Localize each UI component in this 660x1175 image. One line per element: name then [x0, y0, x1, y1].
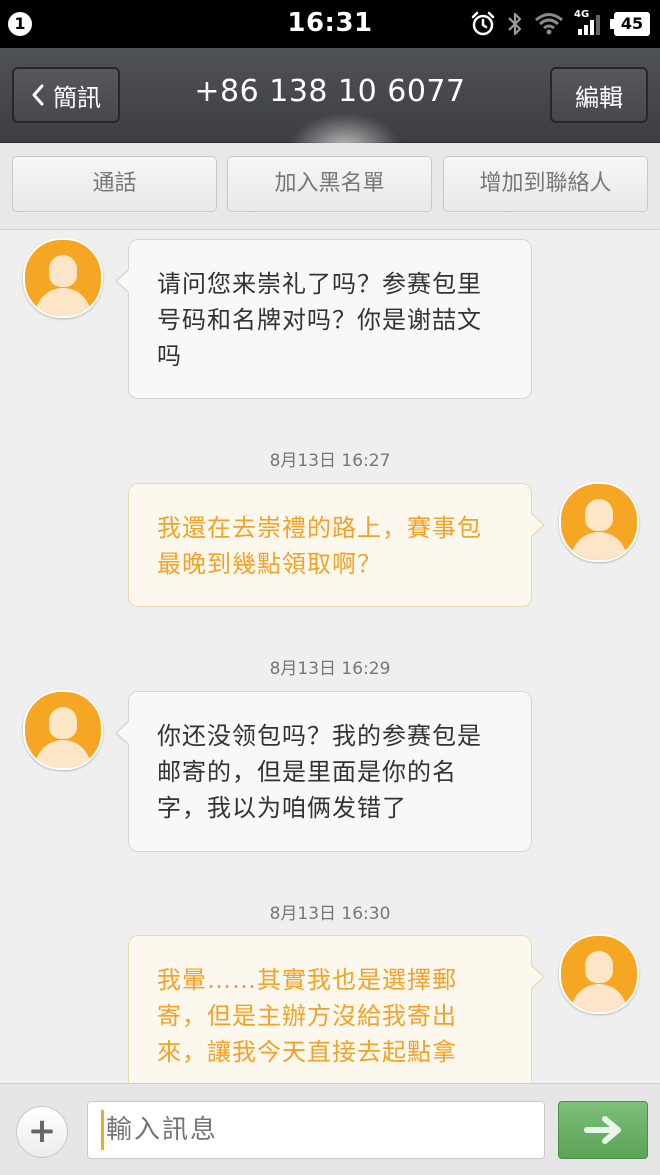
message-line: 吗 [157, 342, 182, 370]
message-timestamp: 8月13日 16:29 [269, 659, 391, 679]
message-timestamp: 8月13日 16:30 [269, 904, 391, 924]
add-to-contacts-button[interactable]: 增加到聯絡人 [443, 156, 648, 212]
incoming-message-bubble[interactable]: 请问您来崇礼了吗？参赛包里 号码和名牌对吗？你是谢喆文 吗 [115, 239, 532, 399]
edit-button[interactable]: 編輯 [550, 67, 648, 123]
message-timestamp: 8月13日 16:27 [269, 451, 391, 471]
network-type-label: 4G [574, 9, 590, 20]
add-to-blacklist-button[interactable]: 加入黑名單 [227, 156, 432, 212]
message-composer: + [0, 1083, 660, 1175]
wifi-icon [534, 12, 564, 36]
conversation-header: 簡訊 +86 138 10 6077 編輯 [0, 48, 660, 184]
back-button[interactable]: 簡訊 [12, 67, 120, 123]
add-attachment-button[interactable]: + [16, 1106, 68, 1158]
message-line: 你还没领包吗？我的参赛包是 [157, 722, 482, 750]
message-line: 我還在去崇禮的路上，賽事包 [157, 514, 482, 542]
signal-icon: 4G [574, 9, 604, 36]
contact-actions-bar: 通話 加入黑名單 增加到聯絡人 [0, 143, 660, 230]
status-bar: 1 16:31 4G 45 [0, 0, 660, 48]
contact-avatar-icon [23, 238, 103, 318]
message-line: 号码和名牌对吗？你是谢喆文 [157, 306, 482, 334]
contact-number-title: +86 138 10 6077 [194, 74, 466, 109]
contact-avatar-icon [23, 690, 103, 770]
message-input[interactable] [87, 1101, 545, 1159]
my-avatar-icon [559, 482, 639, 562]
send-arrow-icon [584, 1116, 621, 1144]
message-line: 寄，但是主辦方沒給我寄出 [157, 1002, 457, 1030]
call-button[interactable]: 通話 [12, 156, 217, 212]
outgoing-message-bubble[interactable]: 我暈……其實我也是選擇郵 寄，但是主辦方沒給我寄出 來，讓我今天直接去起點拿 [128, 935, 545, 1083]
my-avatar-icon [559, 934, 639, 1014]
message-line: 邮寄的，但是里面是你的名 [157, 758, 457, 786]
message-line: 我暈……其實我也是選擇郵 [157, 966, 457, 994]
back-button-label: 簡訊 [53, 83, 101, 112]
message-line: 字，我以为咱俩发错了 [157, 794, 407, 822]
text-cursor [101, 1110, 104, 1150]
status-icons: 4G 45 [470, 9, 650, 39]
bluetooth-icon [506, 11, 524, 37]
outgoing-message-bubble[interactable]: 我還在去崇禮的路上，賽事包 最晚到幾點領取啊？ [128, 483, 545, 607]
battery-indicator: 45 [610, 12, 650, 36]
incoming-message-bubble[interactable]: 你还没领包吗？我的参赛包是 邮寄的，但是里面是你的名 字，我以为咱俩发错了 [115, 691, 532, 852]
message-list[interactable]: 请问您来崇礼了吗？参赛包里 号码和名牌对吗？你是谢喆文 吗 8月13日 16:2… [0, 230, 660, 1083]
message-line: 來，讓我今天直接去起點拿 [157, 1038, 457, 1066]
send-button[interactable] [558, 1101, 648, 1159]
chevron-left-icon [32, 84, 44, 106]
message-line: 最晚到幾點領取啊？ [157, 550, 382, 578]
message-line: 请问您来崇礼了吗？参赛包里 [157, 270, 482, 298]
alarm-icon [470, 11, 496, 37]
